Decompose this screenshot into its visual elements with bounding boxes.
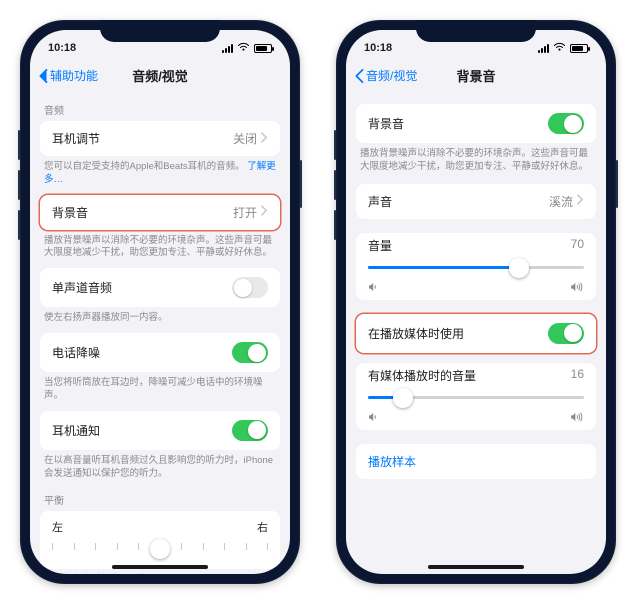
- notch: [416, 20, 536, 42]
- footer-balance: 调节左右声道的音量平衡。: [30, 569, 290, 574]
- cell-mono-audio[interactable]: 单声道音频: [40, 268, 280, 307]
- slider-balance[interactable]: 左 右: [40, 511, 280, 569]
- speaker-high-icon: [570, 282, 584, 292]
- footer-noise: 当您将听筒放在耳边时，降噪可减少电话中的环境噪声。: [30, 372, 290, 405]
- speaker-low-icon: [368, 282, 380, 292]
- group-bg-toggle: 背景音: [356, 104, 596, 143]
- cell-value: 关闭: [233, 130, 268, 147]
- balance-left-label: 左: [52, 519, 63, 535]
- content-left[interactable]: 音频 耳机调节 关闭 您可以自定受支持的Apple和Beats耳机的音频。 了解…: [30, 92, 290, 574]
- wifi-icon: [553, 42, 566, 55]
- toggle-use-while-media[interactable]: [548, 323, 584, 344]
- cell-label: 耳机调节: [52, 130, 100, 147]
- media-volume-value: 16: [571, 367, 584, 384]
- balance-right-label: 右: [257, 519, 268, 535]
- nav-bar: 音频/视觉 背景音: [346, 60, 606, 92]
- back-label: 音频/视觉: [366, 67, 417, 84]
- slider-volume[interactable]: [368, 258, 584, 278]
- toggle-noise-cancel[interactable]: [232, 342, 268, 363]
- group-headphone-notify: 耳机通知: [40, 411, 280, 450]
- group-sound: 声音 溪流: [356, 184, 596, 219]
- chevron-right-icon: [577, 194, 584, 208]
- footer-mono: 使左右扬声器播放同一内容。: [30, 307, 290, 327]
- cell-label: 背景音: [52, 204, 88, 221]
- nav-bar: 辅助功能 音频/视觉: [30, 60, 290, 92]
- speaker-high-icon: [570, 412, 584, 422]
- home-indicator[interactable]: [112, 565, 208, 569]
- group-balance: 左 右: [40, 511, 280, 569]
- cell-label: 播放样本: [368, 453, 416, 470]
- battery-icon: [570, 44, 588, 53]
- page-title: 背景音: [456, 66, 495, 85]
- back-button[interactable]: 音频/视觉: [354, 67, 417, 84]
- group-media-use: 在播放媒体时使用: [356, 314, 596, 353]
- notch: [100, 20, 220, 42]
- row-media-volume: 有媒体播放时的音量 16: [356, 363, 596, 430]
- cell-value: 溪流: [549, 193, 584, 210]
- home-indicator[interactable]: [428, 565, 524, 569]
- screen-left: 10:18 辅助功能 音频/视觉 音频 耳机调节: [30, 30, 290, 574]
- group-headphone: 耳机调节 关闭: [40, 121, 280, 156]
- phone-right: 10:18 音频/视觉 背景音 背景音: [336, 20, 616, 584]
- slider-knob[interactable]: [509, 258, 529, 278]
- phone-left: 10:18 辅助功能 音频/视觉 音频 耳机调节: [20, 20, 300, 584]
- cellular-icon: [222, 44, 233, 53]
- group-background-sound: 背景音 打开: [40, 195, 280, 230]
- cell-label: 单声道音频: [52, 279, 112, 296]
- status-icons: [538, 42, 588, 55]
- cell-label: 在播放媒体时使用: [368, 325, 464, 342]
- group-noise-cancel: 电话降噪: [40, 333, 280, 372]
- volume-value: 70: [571, 237, 584, 254]
- media-volume-label: 有媒体播放时的音量: [368, 367, 476, 384]
- slider-media-volume[interactable]: [368, 388, 584, 408]
- group-media-volume: 有媒体播放时的音量 16: [356, 363, 596, 430]
- slider-knob[interactable]: [150, 539, 170, 559]
- back-button[interactable]: 辅助功能: [38, 67, 98, 84]
- content-right[interactable]: 背景音 播放背景噪声以消除不必要的环境杂声。这些声音可最大限度地减少干扰，助您更…: [346, 92, 606, 574]
- toggle-headphone-notify[interactable]: [232, 420, 268, 441]
- cell-use-while-media[interactable]: 在播放媒体时使用: [356, 314, 596, 353]
- cell-value: 打开: [233, 204, 268, 221]
- chevron-right-icon: [261, 205, 268, 219]
- group-volume: 音量 70: [356, 233, 596, 300]
- group-mono: 单声道音频: [40, 268, 280, 307]
- toggle-mono[interactable]: [232, 277, 268, 298]
- cell-label: 声音: [368, 193, 392, 210]
- footer-notify: 在以高音量听耳机音频过久且影响您的听力时，iPhone会发送通知以保护您的听力。: [30, 450, 290, 483]
- cellular-icon: [538, 44, 549, 53]
- status-time: 10:18: [48, 42, 76, 54]
- chevron-right-icon: [261, 132, 268, 146]
- cell-noise-cancel[interactable]: 电话降噪: [40, 333, 280, 372]
- toggle-background-sound[interactable]: [548, 113, 584, 134]
- status-icons: [222, 42, 272, 55]
- cell-headphone-notify[interactable]: 耳机通知: [40, 411, 280, 450]
- row-volume: 音量 70: [356, 233, 596, 300]
- page-title: 音频/视觉: [132, 66, 188, 85]
- cell-bg-toggle[interactable]: 背景音: [356, 104, 596, 143]
- screen-right: 10:18 音频/视觉 背景音 背景音: [346, 30, 606, 574]
- section-header-balance: 平衡: [30, 482, 290, 511]
- cell-background-sound[interactable]: 背景音 打开: [40, 195, 280, 230]
- wifi-icon: [237, 42, 250, 55]
- speaker-low-icon: [368, 412, 380, 422]
- cell-label: 电话降噪: [52, 344, 100, 361]
- back-label: 辅助功能: [50, 67, 98, 84]
- section-header-audio: 音频: [30, 92, 290, 121]
- footer-bg: 播放背景噪声以消除不必要的环境杂声。这些声音可最大限度地减少干扰，助您更加专注、…: [346, 143, 606, 176]
- cell-sound-select[interactable]: 声音 溪流: [356, 184, 596, 219]
- cell-play-sample[interactable]: 播放样本: [356, 444, 596, 479]
- battery-icon: [254, 44, 272, 53]
- slider-knob[interactable]: [393, 388, 413, 408]
- footer-background-sound: 播放背景噪声以消除不必要的环境杂声。这些声音可最大限度地减少干扰，助您更加专注、…: [30, 230, 290, 263]
- status-time: 10:18: [364, 42, 392, 54]
- cell-label: 背景音: [368, 115, 404, 132]
- volume-label: 音量: [368, 237, 392, 254]
- group-sample: 播放样本: [356, 444, 596, 479]
- cell-headphone-adjust[interactable]: 耳机调节 关闭: [40, 121, 280, 156]
- footer-headphone: 您可以自定受支持的Apple和Beats耳机的音频。 了解更多…: [30, 156, 290, 189]
- cell-label: 耳机通知: [52, 422, 100, 439]
